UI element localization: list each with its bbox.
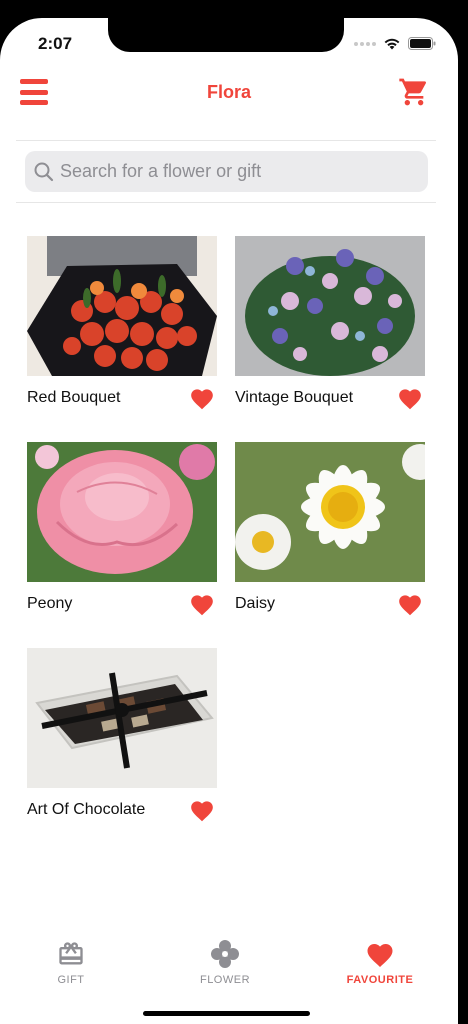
status-icons: [354, 37, 436, 50]
tab-label: GIFT: [57, 974, 85, 986]
product-image[interactable]: [235, 236, 425, 376]
product-card[interactable]: Red Bouquet: [27, 236, 217, 422]
heart-icon[interactable]: [189, 592, 215, 616]
cart-icon: [399, 78, 427, 106]
cart-button[interactable]: [398, 76, 430, 108]
product-card[interactable]: Art Of Chocolate: [27, 648, 217, 834]
heart-icon[interactable]: [397, 592, 423, 616]
device-frame: 2:07 Flora Search for a flower or gift R…: [0, 0, 468, 1024]
heart-icon: [367, 944, 393, 967]
signal-icon: [354, 41, 376, 46]
tab-label: FAVOURITE: [346, 974, 414, 986]
flower-icon: [211, 940, 239, 968]
status-time: 2:07: [38, 34, 73, 53]
tab-favourite[interactable]: FAVOURITE: [325, 938, 435, 986]
product-image[interactable]: [27, 648, 217, 788]
tab-label: FLOWER: [199, 974, 251, 986]
wifi-icon: [383, 37, 401, 50]
tab-flower[interactable]: FLOWER: [170, 938, 280, 986]
gift-icon: [59, 942, 83, 965]
search-icon: [34, 162, 54, 181]
product-name: Art Of Chocolate: [27, 801, 146, 818]
product-card[interactable]: Vintage Bouquet: [235, 236, 425, 422]
battery-icon: [408, 37, 436, 50]
page-title: Flora: [206, 82, 251, 102]
heart-icon[interactable]: [397, 386, 423, 410]
heart-icon[interactable]: [189, 386, 215, 410]
product-image[interactable]: [27, 442, 217, 582]
header-divider: [16, 140, 436, 141]
app-header: Flora: [0, 76, 458, 140]
product-name: Daisy: [235, 595, 276, 612]
product-image[interactable]: [235, 442, 425, 582]
home-indicator[interactable]: [143, 1011, 310, 1016]
product-name: Red Bouquet: [27, 389, 121, 406]
app-screen: 2:07 Flora Search for a flower or gift R…: [0, 18, 458, 1024]
search-bar[interactable]: [25, 151, 428, 192]
product-name: Peony: [27, 595, 73, 612]
product-image[interactable]: [27, 236, 217, 376]
product-card[interactable]: Peony: [27, 442, 217, 628]
product-card[interactable]: Daisy: [235, 442, 425, 628]
notch: [108, 18, 344, 52]
heart-icon[interactable]: [189, 798, 215, 822]
tab-bar: GIFT FLOWER FAVOURITE: [0, 930, 458, 1024]
tab-gift[interactable]: GIFT: [16, 938, 126, 986]
search-input[interactable]: [60, 161, 410, 182]
search-divider: [16, 202, 436, 203]
product-name: Vintage Bouquet: [235, 389, 354, 406]
